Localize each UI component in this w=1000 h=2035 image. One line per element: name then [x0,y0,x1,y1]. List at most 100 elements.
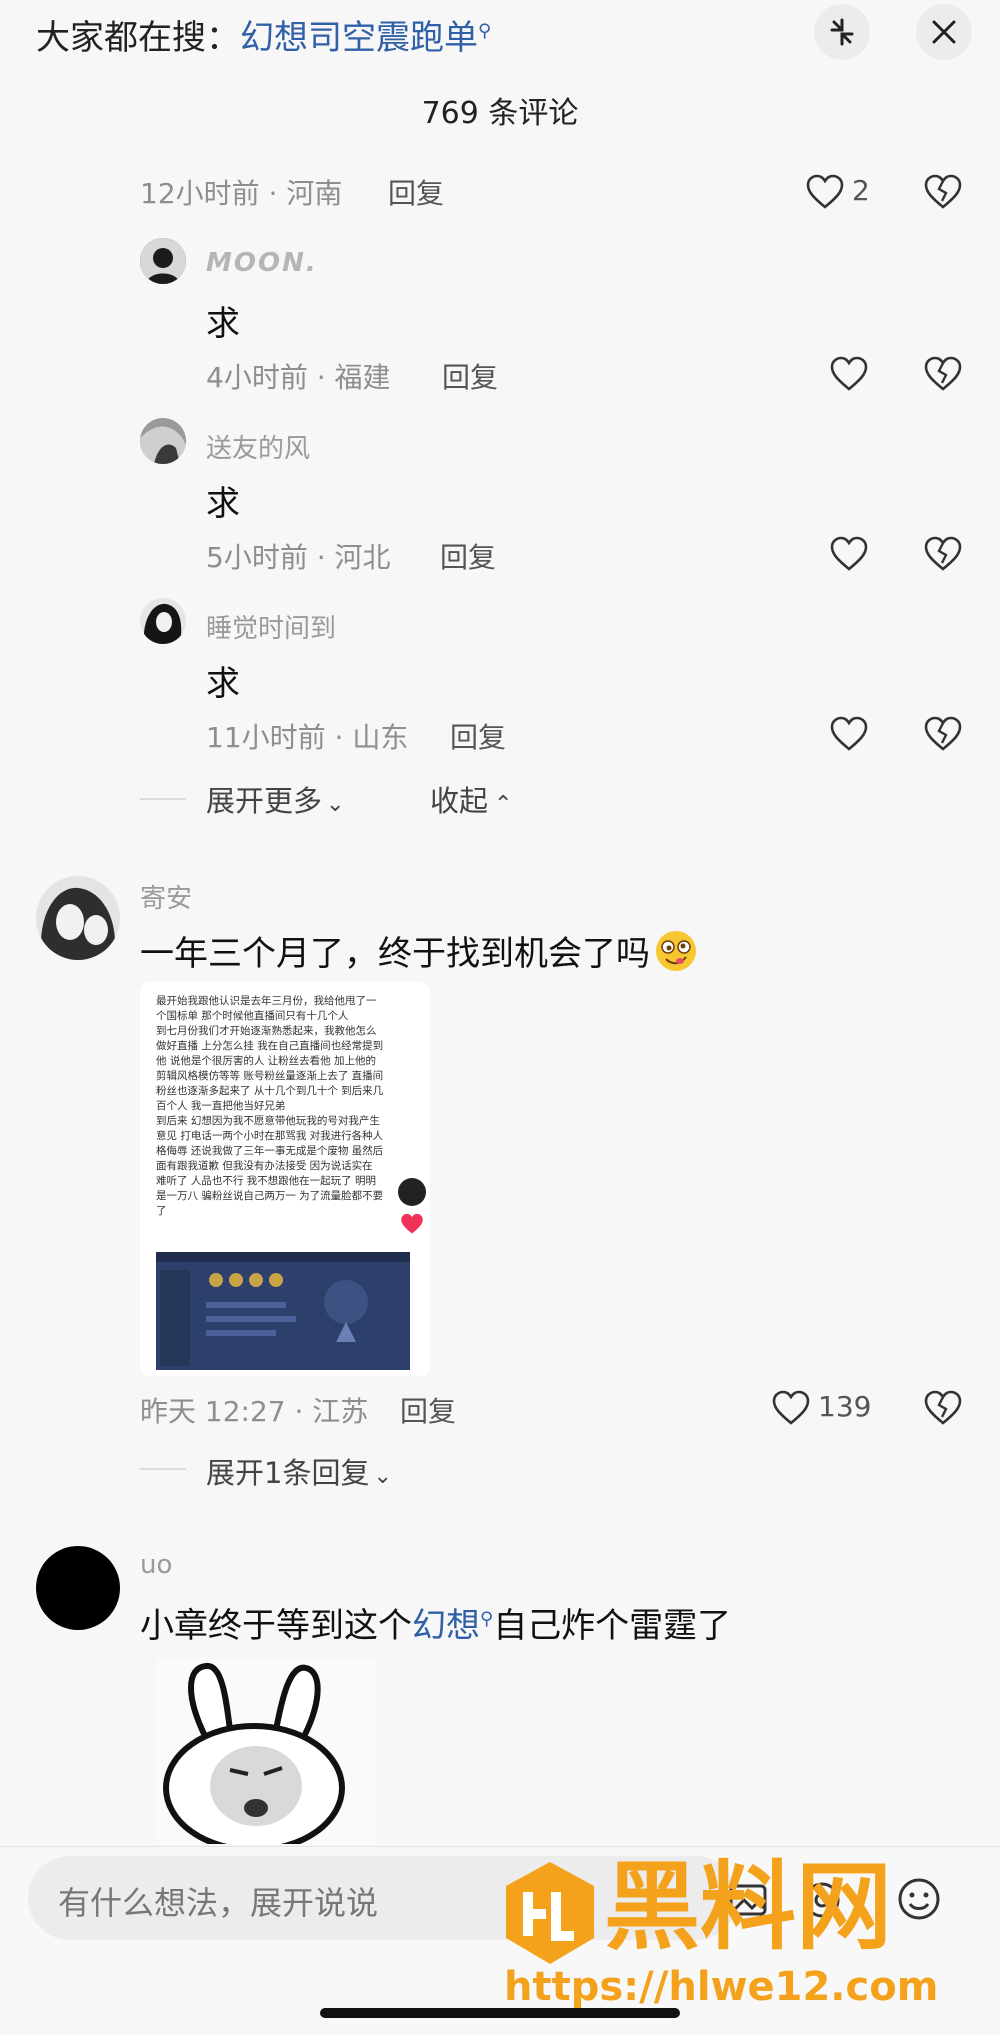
image-text-line: 到七月份我们才开始逐渐熟悉起来，我教他怎么 [156,1025,377,1037]
heart-icon [806,174,844,209]
watermark-url: https://hlwe12.com [504,1964,939,2010]
avatar[interactable] [140,418,186,464]
reply-button[interactable]: 回复 [440,536,496,576]
heart-icon [772,1390,810,1425]
reply-button[interactable]: 回复 [400,1390,456,1430]
chevron-down-icon: ⌄ [373,1464,392,1489]
broken-heart-icon [924,1390,962,1425]
minimize-button[interactable] [814,4,870,60]
image-text-line: 格侮辱 还说我做了三年一事无成是个废物 虽然后 [156,1145,384,1157]
comment-image[interactable]: 最开始我跟他认识是去年三月份，我给他甩了一 个国标单 那个时候他直播间只有十几个… [140,982,430,1376]
image-text-line: 百个人 我一直把他当好兄弟 [156,1100,286,1112]
comment-keyword-link[interactable]: 幻想 [412,1606,480,1646]
image-text-block: 最开始我跟他认识是去年三月份，我给他甩了一 个国标单 那个时候他直播间只有十几个… [156,994,418,1219]
avatar[interactable] [36,876,120,960]
reply-text: 求 [206,664,240,704]
reply-button[interactable]: 回复 [442,356,498,396]
overlay-avatar [398,1178,426,1206]
avatar[interactable] [140,238,186,284]
search-icon: ⚲ [480,1608,494,1630]
image-text-line: 个国标单 那个时候他直播间只有十几个人 [156,1010,349,1022]
reply-meta: 11小时前 · 山东 [206,721,409,754]
home-indicator [320,2008,680,2018]
reply-username[interactable]: MOON. [206,248,318,278]
like-button[interactable] [806,174,844,214]
expand-replies-label: 展开1条回复 [206,1456,370,1490]
image-text-line: 意见 打电话一两个小时在那骂我 对我进行各种人 [156,1130,384,1142]
trending-search-keyword[interactable]: 幻想司空震跑单 [240,18,478,58]
collapse-label: 收起 [430,784,489,818]
reply-text: 求 [206,304,240,344]
expand-replies-button[interactable]: 展开1条回复 ⌄ [206,1450,392,1492]
avatar[interactable] [36,1546,120,1630]
chevron-up-icon: ⌃ [494,792,513,817]
dislike-button[interactable] [924,1390,962,1430]
comment-text-part: 自己炸个雷霆了 [493,1606,732,1646]
collapse-arrows-icon [830,18,854,46]
image-text-line: 粉丝也逐渐多起来了 从十几个到几十个 到后来几 [156,1085,384,1097]
image-text-line: 剪辑风格模仿等等 账号粉丝量逐渐上去了 直播间 [156,1070,384,1082]
reply-text: 求 [206,484,240,524]
heart-icon [830,536,868,571]
comment-meta: 12小时前 · 河南 [140,177,343,210]
expand-more-button[interactable]: 展开更多 ⌄ [206,778,344,820]
dislike-button[interactable] [924,356,962,396]
watermark-title: 黑料网 [604,1851,892,1963]
heart-icon [830,356,868,391]
reply-meta: 5小时前 · 河北 [206,541,391,574]
comment-meta: 昨天 12:27 · 江苏 [140,1395,369,1428]
comment-username[interactable]: uo [140,1550,172,1580]
image-text-line: 了 [156,1205,167,1217]
broken-heart-icon [924,174,962,209]
avatar-image [36,876,120,960]
close-icon [932,20,956,44]
image-text-line: 他 说他是个很厉害的人 让粉丝去看他 加上他的 [156,1055,377,1067]
comment-text: 一年三个月了，终于找到机会了吗 [140,926,698,982]
emoji-icon[interactable] [896,1876,942,1926]
expand-more-label: 展开更多 [206,784,323,818]
broken-heart-icon [924,536,962,571]
image-text-line: 难听了 人品也不行 我不想跟他在一起玩了 明明 [156,1175,377,1187]
collapse-button[interactable]: 收起 ⌃ [430,778,512,820]
dislike-button[interactable] [924,536,962,576]
reply-button[interactable]: 回复 [450,716,506,756]
reply-username[interactable]: 送友的风 [206,428,310,465]
like-button[interactable] [830,716,868,756]
search-icon: ⚲ [478,20,492,42]
watermark-logo [500,1858,600,1968]
drooling-face-emoji [654,929,698,982]
like-button[interactable] [772,1390,810,1430]
comment-sticker[interactable] [156,1658,376,1853]
dislike-button[interactable] [924,174,962,214]
trending-search-bar[interactable]: 大家都在搜：幻想司空震跑单⚲ [36,10,491,59]
comment-count: 769 条评论 [421,96,579,131]
close-button[interactable] [916,4,972,60]
chevron-down-icon: ⌄ [326,792,345,817]
image-text-line: 面有跟我道歉 但我没有办法接受 因为说话实在 [156,1160,373,1172]
bunny-meme-sticker [163,1663,345,1853]
avatar[interactable] [140,598,186,644]
broken-heart-icon [924,356,962,391]
divider [140,798,186,800]
game-screenshot [156,1252,410,1370]
avatar-image [140,238,186,284]
broken-heart-icon [924,716,962,751]
comment-input-placeholder: 有什么想法，展开说说 [58,1884,379,1922]
comment-text: 小章终于等到这个幻想⚲自己炸个雷霆了 [140,1598,731,1647]
like-count: 2 [852,174,870,207]
comment-username[interactable]: 寄安 [140,878,192,915]
comment-text-content: 一年三个月了，终于找到机会了吗 [140,934,650,974]
avatar-image [140,598,186,644]
divider [140,1468,186,1470]
dislike-button[interactable] [924,716,962,756]
trending-search-prefix: 大家都在搜： [36,18,240,58]
like-button[interactable] [830,536,868,576]
image-text-line: 是一万八 骗粉丝说自己两万一 为了流量脸都不要 [156,1190,384,1202]
avatar-image [140,418,186,464]
reply-meta: 4小时前 · 福建 [206,361,391,394]
reply-username[interactable]: 睡觉时间到 [206,608,336,645]
heart-icon [830,716,868,751]
like-button[interactable] [830,356,868,396]
reply-button[interactable]: 回复 [388,172,444,212]
image-text-line: 最开始我跟他认识是去年三月份，我给他甩了一 [156,995,377,1007]
